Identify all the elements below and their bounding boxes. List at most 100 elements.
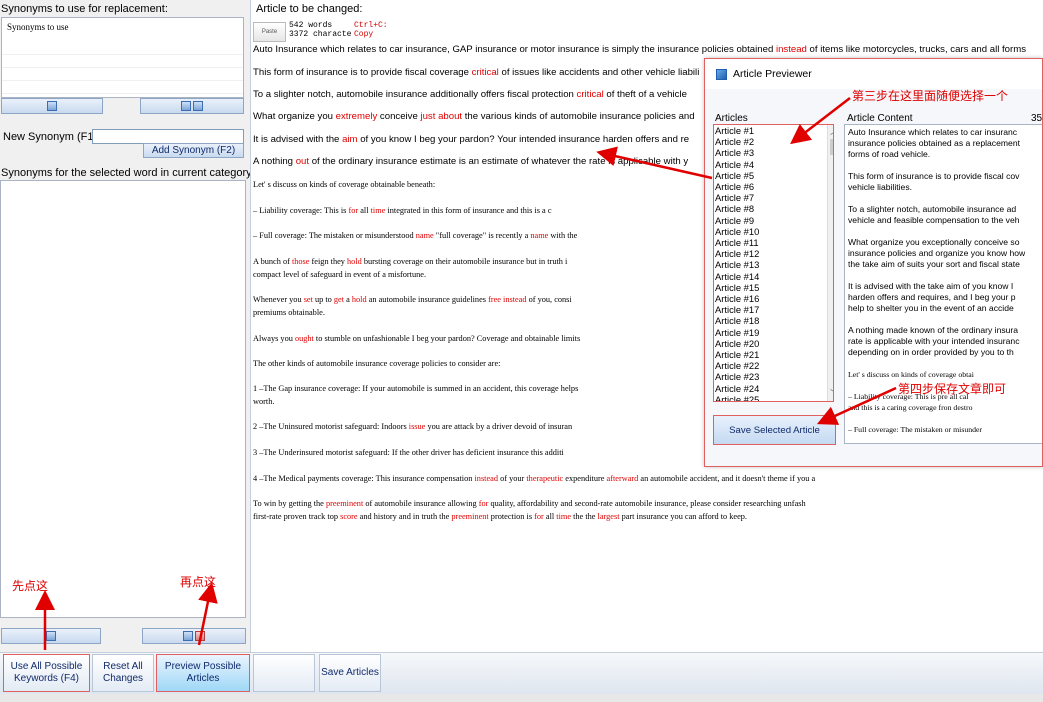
move-down-button[interactable]	[1, 98, 103, 114]
content-line: rate is applicable with your intended in…	[848, 336, 1020, 346]
synonyms-list[interactable]: Synonyms to use	[1, 17, 244, 98]
article-paragraph: This form of insurance is to provide fis…	[253, 67, 700, 78]
content-line: This form of insurance is to provide fis…	[848, 171, 1020, 181]
content-line: Let' s discuss on kinds of coverage obta…	[848, 370, 974, 379]
article-list-item[interactable]: Article #18	[714, 315, 833, 326]
scroll-thumb[interactable]	[830, 139, 833, 155]
article-list-item[interactable]: Article #7	[714, 192, 833, 203]
content-line: depending on in order provided by you to…	[848, 347, 1014, 357]
annotation-step3: 第三步在这里面随便选择一个	[852, 89, 1009, 103]
article-line: 4 –The Medical payments coverage: This i…	[253, 474, 816, 483]
article-list-item[interactable]: Article #2	[714, 136, 833, 147]
content-line: vehicle and feasible compensation to the…	[848, 215, 1020, 225]
category-label: Synonyms for the selected word in curren…	[1, 167, 255, 179]
synonyms-label: Synonyms to use for replacement:	[1, 3, 168, 15]
article-list-item[interactable]: Article #17	[714, 304, 833, 315]
down-arrow-icon	[46, 631, 56, 641]
content-line: help to shelter you in the event of an a…	[848, 303, 1014, 313]
content-line: To a slighter notch, automobile insuranc…	[848, 204, 1017, 214]
move-down-button-2[interactable]	[1, 628, 101, 644]
content-line: What organize you exceptionally conceive…	[848, 237, 1020, 247]
scroll-down-icon[interactable]: ﹀	[830, 388, 833, 399]
use-all-keywords-button[interactable]: Use All Possible Keywords (F4)	[3, 654, 90, 692]
article-line: The other kinds of automobile insurance …	[253, 359, 501, 368]
content-line: harden offers and requires, and I beg yo…	[848, 292, 1016, 302]
article-line: compact level of safeguard in event of a…	[253, 270, 427, 279]
status-bar	[0, 694, 1043, 702]
article-list-item[interactable]: Article #10	[714, 226, 833, 237]
article-list-item[interactable]: Article #25	[714, 394, 833, 401]
article-list-item[interactable]: Article #15	[714, 282, 833, 293]
article-line: 2 –The Uninsured motorist safeguard: Ind…	[253, 422, 573, 431]
category-synonyms-list[interactable]	[0, 180, 246, 618]
article-paragraph: A nothing out of the ordinary insurance …	[253, 156, 689, 167]
copy-shortcut[interactable]: Ctrl+C: Copy	[354, 21, 388, 39]
down-arrow-icon	[47, 101, 57, 111]
scroll-up-icon[interactable]: ︿	[830, 126, 833, 137]
article-list-item[interactable]: Article #20	[714, 338, 833, 349]
content-line: the take aim of suits your sort and fisc…	[848, 259, 1020, 269]
article-list-item[interactable]: Article #4	[714, 159, 833, 170]
add-synonym-button[interactable]: Add Synonym (F2)	[143, 143, 244, 158]
article-line: 3 –The Underinsured motorist safeguard: …	[253, 448, 564, 457]
reset-all-changes-button[interactable]: Reset All Changes	[92, 654, 154, 692]
article-list-item[interactable]: Article #8	[714, 203, 833, 214]
content-line: forms of road vehicle.	[848, 149, 931, 159]
reorder-button-2[interactable]	[142, 628, 246, 644]
article-line: Always you ought to stumble on unfashion…	[253, 334, 581, 343]
article-paragraph: To a slighter notch, automobile insuranc…	[253, 89, 687, 100]
article-line: To win by getting the preeminent of auto…	[253, 499, 806, 508]
new-synonym-label: New Synonym (F1):	[3, 131, 101, 143]
content-line: vehicle liabilities.	[848, 182, 913, 192]
content-line: and this is a caring coverage fron destr…	[848, 403, 973, 412]
article-list-item[interactable]: Article #3	[714, 147, 833, 158]
articles-scrollbar[interactable]: ︿ ﹀	[827, 125, 833, 401]
shortcut-key: Ctrl+C:	[354, 21, 388, 30]
article-list-item[interactable]: Article #23	[714, 371, 833, 382]
article-line: – Liability coverage: This is for all ti…	[253, 206, 552, 215]
article-list-item[interactable]: Article #1	[714, 125, 833, 136]
article-list-item[interactable]: Article #13	[714, 259, 833, 270]
content-line: Auto Insurance which relates to car insu…	[848, 127, 1018, 137]
article-list-item[interactable]: Article #14	[714, 271, 833, 282]
article-paragraph: Auto Insurance which relates to car insu…	[253, 44, 1027, 55]
synonyms-placeholder: Synonyms to use	[7, 22, 69, 32]
toolbar-blank-button[interactable]	[253, 654, 315, 692]
article-list-item[interactable]: Article #21	[714, 349, 833, 360]
down-arrow-icon	[193, 101, 203, 111]
article-list-item[interactable]: Article #22	[714, 360, 833, 371]
save-selected-article-button[interactable]: Save Selected Article	[713, 415, 836, 445]
article-paragraph: What organize you extremely conceive jus…	[253, 111, 695, 122]
article-list-item[interactable]: Article #19	[714, 327, 833, 338]
article-title: Article to be changed:	[256, 3, 363, 15]
content-line: insurance policies obtained as a replace…	[848, 138, 1020, 148]
articles-list[interactable]: Article #1 Article #2 Article #3 Article #4…	[713, 124, 834, 402]
article-previewer-dialog[interactable]: Article Previewer Articles Article Conte…	[704, 58, 1043, 467]
article-list-item[interactable]: Article #9	[714, 215, 833, 226]
up-arrow-icon	[183, 631, 193, 641]
content-line: insurance policies and organize you know…	[848, 248, 1026, 258]
article-list-item[interactable]: Article #16	[714, 293, 833, 304]
char-count: 3372 characte	[289, 30, 352, 39]
article-list-item[interactable]: Article #24	[714, 383, 833, 394]
previewer-titlebar[interactable]: Article Previewer	[705, 59, 1042, 89]
article-line: Whenever you set up to get a hold an aut…	[253, 295, 572, 304]
reorder-button[interactable]	[140, 98, 244, 114]
annotation-step2: 再点这	[180, 575, 217, 589]
article-list-item[interactable]: Article #12	[714, 248, 833, 259]
article-list-item[interactable]: Article #11	[714, 237, 833, 248]
article-content-number: 35	[1031, 113, 1043, 124]
paste-button[interactable]: Paste	[253, 22, 286, 42]
article-list-item[interactable]: Article #6	[714, 181, 833, 192]
article-list-item[interactable]: Article #5	[714, 170, 833, 181]
preview-possible-articles-button[interactable]: Preview Possible Articles	[156, 654, 250, 692]
save-articles-button[interactable]: Save Articles	[319, 654, 381, 692]
word-count: 542 words	[289, 21, 333, 30]
content-line: A nothing made known of the ordinary ins…	[848, 325, 1019, 335]
articles-items: Article #1 Article #2 Article #3 Article #4…	[714, 125, 833, 401]
new-synonym-input[interactable]	[92, 129, 244, 144]
previewer-title: Article Previewer	[733, 68, 812, 80]
article-paragraph: It is advised with the aim of you know I…	[253, 134, 690, 145]
bottom-toolbar: Use All Possible Keywords (F4) Reset All…	[0, 652, 1043, 694]
article-content-label: Article Content	[847, 113, 913, 124]
